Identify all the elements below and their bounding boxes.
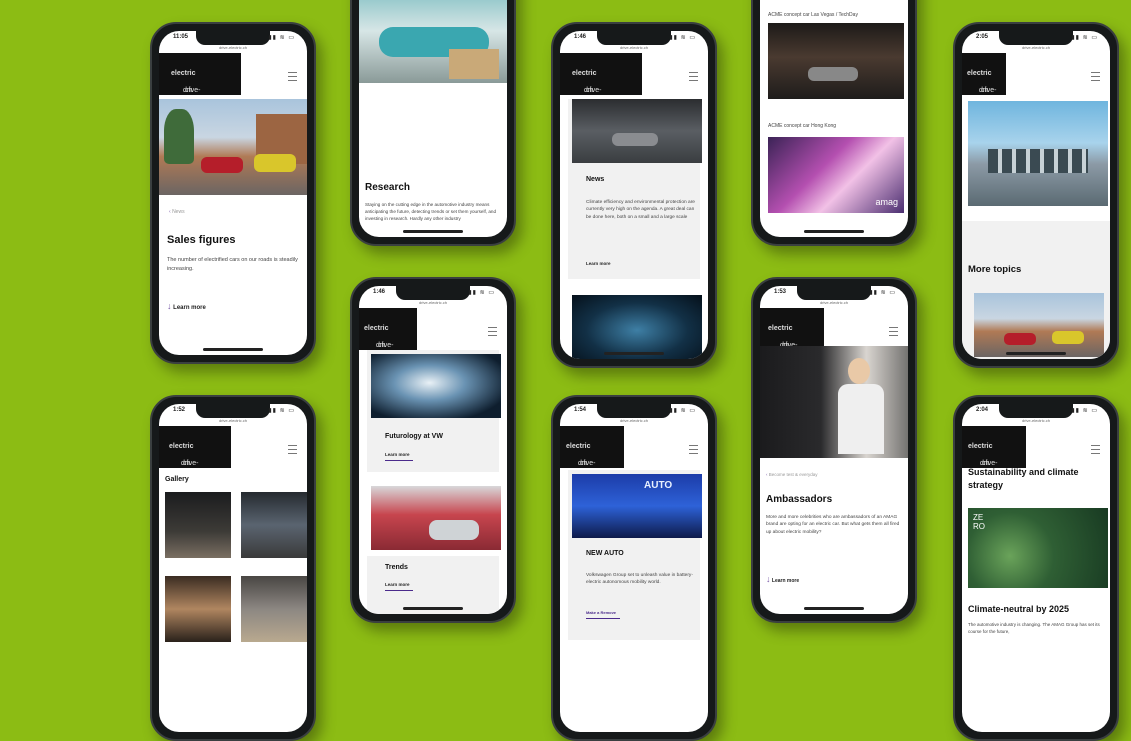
sustainability-title: Sustainability and climate strategy (968, 467, 1079, 490)
phone-sales-figures: 11:05 ▮▮ ≋ ▭ drive-electric.ch drive-elec… (150, 22, 316, 364)
new-auto-text: Volkswagen Group set to unleash value in… (586, 573, 693, 586)
brand-logo[interactable]: drive-electric.ch (560, 426, 624, 468)
phone-gallery: 1:52 ▮▮ ≋ ▭ drive-electric.ch drive-elect… (150, 395, 316, 741)
ambassador-photo (760, 346, 908, 458)
las-vegas-image (768, 23, 904, 99)
phone-concept-cars: ACME concept car Las Vegas / TechDay ACM… (751, 0, 917, 246)
hamburger-menu-icon[interactable] (689, 72, 698, 81)
caption-las-vegas: ACME concept car Las Vegas / TechDay (768, 12, 858, 18)
forest-aerial-image: ZE RO (968, 508, 1108, 588)
new-auto-link[interactable]: Make a Remove (586, 610, 616, 615)
overlay-text: E-Volution (367, 98, 409, 108)
trends-image (371, 486, 501, 550)
url-bar[interactable]: drive-electric.ch (560, 418, 708, 423)
brand-logo[interactable]: drive-electric.ch (159, 426, 231, 468)
hong-kong-image: amag (768, 137, 904, 213)
intro-text: The number of electrified cars on our ro… (167, 257, 298, 272)
screen: 11:05 ▮▮ ≋ ▭ drive-electric.ch drive-elec… (159, 31, 307, 355)
gallery-thumb-2[interactable] (241, 492, 307, 558)
amag-logo: amag (875, 197, 898, 207)
phone-sustainability: 2:04 ▮▮ ≋ ▭ drive-electric.ch drive-elect… (953, 395, 1119, 741)
phone-news: 1:46 ▮▮ ≋ ▭ drive-electric.ch drive-elect… (551, 22, 717, 368)
url-bar[interactable]: drive-electric.ch (159, 418, 307, 423)
hamburger-menu-icon[interactable] (288, 72, 297, 81)
hamburger-menu-icon[interactable] (488, 327, 497, 336)
signal-icon: ▮▮ ≋ ▭ (468, 290, 495, 296)
learn-more-link[interactable]: ↓ Learn more (766, 574, 799, 584)
climate-text: The automotive industry is changing. The… (968, 622, 1100, 634)
news-text: Climate efficiency and environmental pro… (586, 200, 695, 220)
back-link[interactable]: ‹ Become test & everyday (766, 472, 818, 479)
brand-logo[interactable]: drive-electric.ch (962, 53, 1006, 95)
signal-icon: ▮▮ ≋ ▭ (268, 408, 295, 414)
auto-banner: AUTO (644, 480, 673, 491)
zero-logo: ZE RO (973, 513, 985, 531)
back-link[interactable]: ‹ News (169, 209, 185, 217)
page-title: Sales figures (167, 234, 236, 246)
gallery-thumb-3[interactable] (165, 576, 231, 642)
signal-icon: ▮▮ ≋ ▭ (669, 35, 696, 41)
signal-icon: ▮▮ ≋ ▭ (1071, 408, 1098, 414)
more-topics-title: More topics (968, 264, 1022, 275)
learn-more-link[interactable]: Learn more (385, 452, 410, 457)
learn-more-link[interactable]: Learn more (586, 261, 611, 266)
section-title: Research (365, 182, 411, 193)
url-bar[interactable]: drive-electric.ch (760, 300, 908, 305)
phone-new-auto: 1:54 ▮▮ ≋ ▭ drive-electric.ch drive-elect… (551, 395, 717, 741)
hamburger-menu-icon[interactable] (288, 445, 297, 454)
hamburger-menu-icon[interactable] (1091, 445, 1100, 454)
topic-street-image (974, 293, 1104, 357)
hamburger-menu-icon[interactable] (689, 445, 698, 454)
learn-more-link[interactable]: Learn more (385, 582, 410, 587)
hamburger-menu-icon[interactable] (1091, 72, 1100, 81)
signal-icon: ▮▮ ≋ ▭ (268, 35, 295, 41)
new-auto-title: NEW AUTO (586, 550, 624, 557)
climate-neutral-title: Climate-neutral by 2025 (968, 604, 1070, 614)
gallery-thumb-4[interactable] (241, 576, 307, 642)
url-bar[interactable]: drive-electric.ch (359, 300, 507, 305)
phone-research: E-Volution Research Staying on the cutti… (350, 0, 516, 246)
brand-logo[interactable]: drive-electric.ch (760, 308, 824, 350)
brand-logo[interactable]: drive-electric.ch (359, 308, 417, 350)
ambassadors-title: Ambassadors (766, 494, 833, 505)
url-bar[interactable]: drive-electric.ch (560, 45, 708, 50)
carbon-capture-image (968, 101, 1108, 206)
phone-more-topics: 2:05 ▮▮ ≋ ▭ drive-electric.ch drive-elect… (953, 22, 1119, 368)
phone-futurology: 1:46 ▮▮ ≋ ▭ drive-electric.ch drive-elect… (350, 277, 516, 623)
factory-image (359, 0, 507, 83)
hamburger-menu-icon[interactable] (889, 327, 898, 336)
learn-more-link[interactable]: ↓ Learn more (167, 301, 206, 311)
street-cars-image (159, 99, 307, 195)
ambassadors-text: More and more celebrities who are ambass… (766, 515, 900, 535)
futurology-image (371, 354, 501, 418)
signal-icon: ▮▮ ≋ ▭ (669, 408, 696, 414)
gallery-thumb-1[interactable] (165, 492, 231, 558)
url-bar[interactable]: drive-electric.ch (962, 45, 1110, 50)
brand-logo[interactable]: drive-electric.ch (962, 426, 1026, 468)
brand-logo[interactable]: drive-electric.ch (159, 53, 241, 95)
gallery-title: Gallery (165, 476, 189, 483)
caption-hong-kong: ACME concept car Hong Kong (768, 123, 837, 129)
signal-icon: ▮▮ ≋ ▭ (1071, 35, 1098, 41)
trends-title: Trends (385, 564, 408, 571)
signal-icon: ▮▮ ≋ ▭ (869, 290, 896, 296)
new-auto-stage-image: AUTO (572, 474, 702, 538)
phone-ambassadors: 1:53▮▮ ≋ ▭ drive-electric.ch drive-elect… (751, 277, 917, 623)
url-bar[interactable]: drive-electric.ch (159, 45, 307, 50)
battery-car-image (572, 295, 702, 359)
bridge-car-image (572, 99, 702, 163)
url-bar[interactable]: drive-electric.ch (962, 418, 1110, 423)
news-title: News (586, 176, 605, 183)
research-text: Staying on the cutting edge in the autom… (365, 202, 496, 222)
brand-logo[interactable]: drive-electric.ch (560, 53, 642, 95)
futurology-title: Futurology at VW (385, 433, 443, 440)
